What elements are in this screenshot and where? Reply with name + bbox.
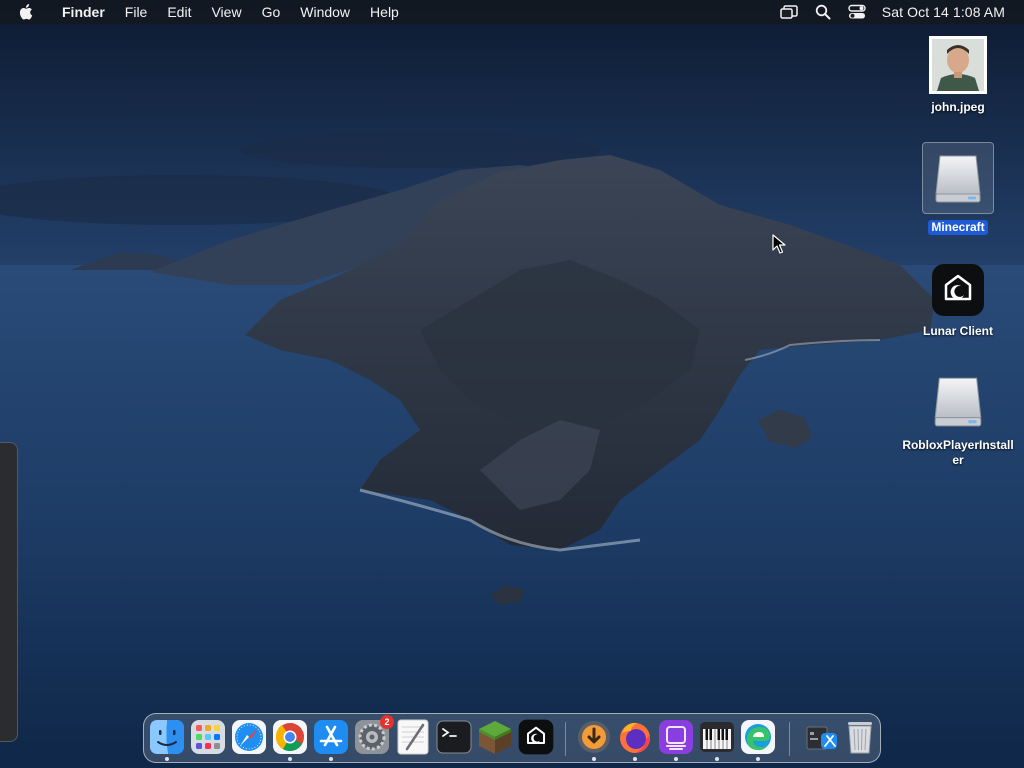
dock-item-firefox[interactable]: [617, 719, 653, 761]
download-icon: [578, 721, 610, 753]
running-indicator: [756, 757, 760, 761]
menu-window[interactable]: Window: [290, 0, 360, 24]
dock-item-system-preferences[interactable]: 2: [354, 715, 394, 757]
dock-item-downloads-installer[interactable]: [576, 719, 612, 761]
terminal-icon: [436, 720, 472, 754]
dock-separator: [565, 722, 566, 756]
dock-item-lunar-client[interactable]: [518, 719, 554, 757]
dock-item-purple-app[interactable]: [658, 719, 694, 761]
menu-go[interactable]: Go: [252, 0, 291, 24]
menu-file[interactable]: File: [115, 0, 158, 24]
desktop-icon-label: RobloxPlayerInstaller: [902, 438, 1014, 467]
running-indicator: [288, 757, 292, 761]
menu-view[interactable]: View: [201, 0, 251, 24]
desktop-icon-lunar-client[interactable]: Lunar Client: [898, 262, 1018, 339]
dock-separator: [789, 722, 790, 756]
purple-app-icon: [659, 720, 693, 754]
safari-icon: [232, 720, 266, 754]
stack-icon: [806, 726, 837, 750]
running-indicator: [674, 757, 678, 761]
trash-icon: [848, 722, 872, 754]
piano-icon: [700, 722, 734, 752]
firefox-icon: [620, 722, 650, 753]
running-indicator: [329, 757, 333, 761]
dock-item-launchpad[interactable]: [190, 719, 226, 757]
wallpaper-image: [0, 0, 1024, 768]
menu-help[interactable]: Help: [360, 0, 409, 24]
desktop-icon-john-jpeg[interactable]: john.jpeg: [898, 36, 1018, 115]
control-center-icon[interactable]: [847, 2, 867, 22]
dock-item-downloads-stack[interactable]: [804, 719, 840, 757]
dock-item-safari[interactable]: [231, 719, 267, 757]
dock-item-finder[interactable]: [149, 719, 185, 761]
dock-item-edge[interactable]: [740, 719, 776, 761]
textedit-icon: [397, 719, 429, 755]
lunar-client-icon: [930, 262, 986, 318]
photo-thumbnail-icon: [929, 36, 987, 94]
dock-item-trash[interactable]: [842, 719, 878, 757]
offscreen-window-edge[interactable]: [0, 442, 18, 742]
desktop-icon-robloxplayerinstaller[interactable]: RobloxPlayerInstaller: [898, 370, 1018, 468]
spotlight-search-icon[interactable]: [813, 2, 833, 22]
desktop-icon-label: Minecraft: [928, 220, 988, 235]
running-indicator: [165, 757, 169, 761]
dock-item-chrome[interactable]: [272, 719, 308, 761]
dock: 2: [143, 713, 881, 763]
notification-badge: 2: [380, 715, 394, 729]
app-store-icon: [314, 720, 348, 754]
dock-item-piano-app[interactable]: [699, 719, 735, 761]
dock-item-textedit[interactable]: [395, 719, 431, 757]
chrome-icon: [273, 720, 307, 754]
disk-image-icon: [922, 142, 994, 214]
running-indicator: [715, 757, 719, 761]
desktop[interactable]: Finder File Edit View Go Window Help Sat…: [0, 0, 1024, 768]
disk-image-icon: [927, 370, 989, 432]
launchpad-icon: [191, 720, 225, 754]
minecraft-icon: [479, 721, 511, 754]
lunar-client-icon: [518, 719, 554, 755]
edge-icon: [741, 720, 775, 754]
menu-bar: Finder File Edit View Go Window Help Sat…: [0, 0, 1024, 24]
dock-item-app-store[interactable]: [313, 719, 349, 761]
running-indicator: [592, 757, 596, 761]
running-indicator: [633, 757, 637, 761]
mouse-cursor-icon: [772, 234, 786, 254]
finder-icon: [150, 720, 184, 754]
menu-app-name[interactable]: Finder: [52, 0, 115, 24]
apple-menu-icon[interactable]: [17, 3, 35, 21]
desktop-icon-label: Lunar Client: [922, 324, 993, 338]
menu-clock[interactable]: Sat Oct 14 1:08 AM: [882, 4, 1005, 20]
desktop-icon-label: john.jpeg: [931, 100, 985, 114]
menu-edit[interactable]: Edit: [157, 0, 201, 24]
screen-mirroring-icon[interactable]: [779, 2, 799, 22]
dock-item-minecraft[interactable]: [477, 719, 513, 757]
desktop-icon-minecraft[interactable]: Minecraft: [898, 142, 1018, 235]
dock-item-terminal[interactable]: [436, 719, 472, 757]
